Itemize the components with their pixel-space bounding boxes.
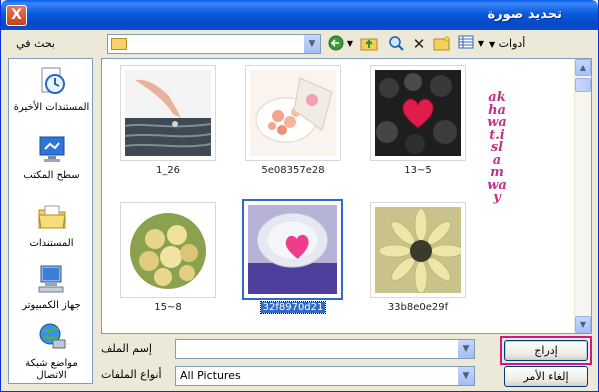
image-thumbnail-heart-glass xyxy=(248,205,337,294)
filetype-select[interactable]: All Pictures ▼ xyxy=(175,366,475,386)
file-thumbnail[interactable] xyxy=(120,202,216,298)
file-thumbnail-selected[interactable] xyxy=(242,199,343,300)
file-name-selected[interactable]: 32f8970d21 xyxy=(233,301,353,314)
look-in-combo[interactable]: ▼ xyxy=(107,34,321,54)
scroll-thumb[interactable] xyxy=(575,78,591,92)
tools-dropdown-icon: ▼ xyxy=(489,40,496,49)
cancel-button[interactable]: إلغاء الأمر xyxy=(504,366,588,387)
scroll-down-button[interactable]: ▼ xyxy=(575,316,591,333)
filename-input[interactable]: ▼ xyxy=(175,339,475,359)
chevron-down-icon[interactable]: ▼ xyxy=(457,340,474,358)
image-thumbnail-heart-stones xyxy=(375,70,461,156)
views-icon xyxy=(458,35,474,49)
search-icon xyxy=(389,36,404,51)
insert-button[interactable]: إدراج xyxy=(504,340,588,361)
new-folder-icon xyxy=(433,35,451,51)
place-recent-documents[interactable]: المستندات الأخيرة xyxy=(9,65,94,114)
filetype-label: أنواع الملفات xyxy=(101,368,162,381)
file-thumbnail[interactable] xyxy=(245,65,341,161)
image-thumbnail-yellow-bouquet xyxy=(125,207,211,293)
delete-icon[interactable]: ✕ xyxy=(410,35,428,53)
network-places-icon xyxy=(39,323,65,349)
chevron-down-icon[interactable]: ▼ xyxy=(303,35,320,53)
my-documents-icon xyxy=(37,205,66,229)
place-my-documents[interactable]: المستندات xyxy=(9,201,94,250)
file-thumbnail[interactable] xyxy=(370,65,466,161)
image-thumbnail-rose-petals xyxy=(250,70,336,156)
watermark-text: akhawat.islamway xyxy=(487,90,507,205)
file-list[interactable]: 1_26 5e08357e28 13~5 15~8 32f8970d21 33b… xyxy=(101,58,592,334)
place-my-computer[interactable]: جهاز الكمبيوتر xyxy=(9,263,94,312)
folder-icon xyxy=(111,38,127,50)
file-name[interactable]: 13~5 xyxy=(358,165,478,176)
my-computer-icon xyxy=(38,265,63,293)
look-in-label: بحث في xyxy=(16,37,55,50)
file-thumbnail[interactable] xyxy=(120,65,216,161)
image-thumbnail-hand-water xyxy=(125,70,211,156)
back-button[interactable] xyxy=(327,35,345,53)
close-button[interactable]: X xyxy=(6,5,27,26)
places-bar: المستندات الأخيرة سطح المكتب المستندات ج… xyxy=(8,58,93,384)
place-desktop[interactable]: سطح المكتب xyxy=(9,133,94,182)
file-name[interactable]: 33b8e0e29f xyxy=(358,302,478,313)
window-title: تحديد صورة xyxy=(487,7,562,22)
image-thumbnail-sunflower xyxy=(375,207,461,293)
up-folder-icon xyxy=(360,38,378,51)
new-folder-button[interactable] xyxy=(432,35,452,53)
chevron-down-icon[interactable]: ▼ xyxy=(457,367,474,385)
views-dropdown-icon[interactable]: ▼ xyxy=(476,35,486,53)
views-button[interactable] xyxy=(457,35,475,53)
recent-documents-icon xyxy=(41,67,65,94)
filename-label: إسم الملف xyxy=(101,342,152,355)
select-picture-dialog: تحديد صورة X بحث في ▼ ▼ ✕ ▼ أدوات ▼ المس… xyxy=(0,0,599,392)
search-web-button[interactable] xyxy=(387,35,405,53)
title-bar: تحديد صورة X xyxy=(1,0,598,30)
file-name[interactable]: 5e08357e28 xyxy=(233,165,353,176)
back-dropdown-icon[interactable]: ▼ xyxy=(345,35,355,53)
back-arrow-icon xyxy=(328,35,344,51)
tools-menu[interactable]: أدوات ▼ xyxy=(489,37,525,50)
file-name[interactable]: 1_26 xyxy=(108,165,228,176)
place-network-places[interactable]: مواضع شبكة الاتصال xyxy=(9,321,94,382)
file-name[interactable]: 15~8 xyxy=(108,302,228,313)
up-folder-button[interactable] xyxy=(359,35,379,53)
desktop-icon xyxy=(39,136,64,162)
vertical-scrollbar[interactable]: ▲ ▼ xyxy=(574,59,591,333)
scroll-up-button[interactable]: ▲ xyxy=(575,59,591,76)
file-thumbnail[interactable] xyxy=(370,202,466,298)
